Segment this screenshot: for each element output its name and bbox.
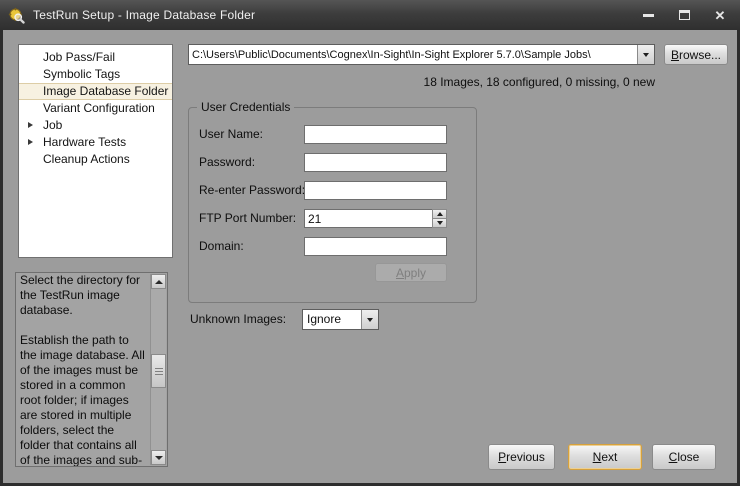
reenter-password-label: Re-enter Password: — [199, 183, 305, 197]
domain-field[interactable] — [304, 237, 447, 256]
minimize-button[interactable] — [640, 7, 656, 23]
description-scrollbar[interactable] — [150, 274, 166, 465]
spinner-buttons — [432, 209, 447, 228]
sidebar-item-label: Image Database Folder — [43, 84, 168, 98]
path-dropdown-button[interactable] — [637, 45, 654, 64]
scroll-up-button[interactable] — [151, 274, 166, 289]
user-credentials-group: User Credentials User Name: Password: Re… — [188, 107, 477, 303]
spinner-down-button[interactable] — [432, 218, 447, 228]
reenter-password-field[interactable] — [304, 181, 447, 200]
next-button[interactable]: Next — [568, 444, 642, 470]
password-field[interactable] — [304, 153, 447, 172]
sidebar-item-image-database-folder[interactable]: Image Database Folder — [19, 83, 172, 100]
scroll-down-button[interactable] — [151, 450, 166, 465]
close-button[interactable]: ✕ — [712, 7, 728, 23]
apply-button[interactable]: Apply — [375, 263, 447, 282]
maximize-button[interactable] — [676, 7, 692, 23]
sidebar-item-label: Hardware Tests — [43, 135, 126, 149]
close-dialog-button[interactable]: Close — [652, 444, 716, 470]
unknown-images-value: Ignore — [303, 310, 361, 329]
sidebar-item-variant-configuration[interactable]: Variant Configuration — [19, 100, 172, 117]
chevron-down-icon — [643, 53, 649, 57]
group-title: User Credentials — [197, 100, 294, 114]
sidebar-item-label: Job Pass/Fail — [43, 50, 115, 64]
maximize-icon — [679, 10, 690, 20]
ftp-port-field[interactable] — [304, 209, 432, 228]
arrow-up-icon — [155, 280, 163, 284]
setup-steps-list: Job Pass/Fail Symbolic Tags Image Databa… — [18, 44, 173, 258]
sidebar-item-label: Symbolic Tags — [43, 67, 120, 81]
password-label: Password: — [199, 155, 255, 169]
domain-label: Domain: — [199, 239, 244, 253]
ftp-port-label: FTP Port Number: — [199, 211, 296, 225]
image-database-path-input[interactable] — [189, 45, 637, 64]
unknown-images-label: Unknown Images: — [190, 312, 286, 326]
sidebar-item-job[interactable]: Job — [19, 117, 172, 134]
ftp-port-spinner — [304, 209, 447, 228]
thumb-grip-icon — [155, 368, 163, 375]
sidebar-item-cleanup-actions[interactable]: Cleanup Actions — [19, 151, 172, 168]
chevron-down-icon — [437, 221, 443, 225]
minimize-icon — [643, 14, 654, 17]
title-bar: TestRun Setup - Image Database Folder ✕ — [0, 0, 740, 30]
scrollbar-thumb[interactable] — [151, 354, 166, 388]
image-database-path-combo — [188, 44, 655, 65]
sidebar-item-label: Job — [43, 118, 62, 132]
unknown-images-select[interactable]: Ignore — [302, 309, 379, 330]
help-description-panel: Select the directory for the TestRun ima… — [15, 272, 168, 467]
expand-arrow-icon[interactable] — [28, 122, 33, 128]
sidebar-item-symbolic-tags[interactable]: Symbolic Tags — [19, 66, 172, 83]
browse-button[interactable]: Browse... — [664, 44, 728, 65]
app-icon — [8, 7, 25, 24]
sidebar-item-hardware-tests[interactable]: Hardware Tests — [19, 134, 172, 151]
close-icon: ✕ — [715, 9, 726, 22]
user-name-label: User Name: — [199, 127, 263, 141]
unknown-images-dropdown-button[interactable] — [361, 310, 378, 329]
image-count-status: 18 Images, 18 configured, 0 missing, 0 n… — [300, 75, 655, 89]
arrow-down-icon — [155, 456, 163, 460]
expand-arrow-icon[interactable] — [28, 139, 33, 145]
testrun-setup-window: TestRun Setup - Image Database Folder ✕ … — [0, 0, 740, 486]
chevron-down-icon — [367, 318, 373, 322]
sidebar-item-label: Variant Configuration — [43, 101, 155, 115]
user-name-field[interactable] — [304, 125, 447, 144]
window-controls: ✕ — [640, 0, 728, 30]
chevron-up-icon — [437, 212, 443, 216]
sidebar-item-job-pass-fail[interactable]: Job Pass/Fail — [19, 49, 172, 66]
window-title: TestRun Setup - Image Database Folder — [33, 8, 255, 22]
help-description-text: Select the directory for the TestRun ima… — [20, 273, 146, 466]
dialog-content: Job Pass/Fail Symbolic Tags Image Databa… — [3, 30, 737, 483]
previous-button[interactable]: Previous — [488, 444, 555, 470]
sidebar-item-label: Cleanup Actions — [43, 152, 130, 166]
